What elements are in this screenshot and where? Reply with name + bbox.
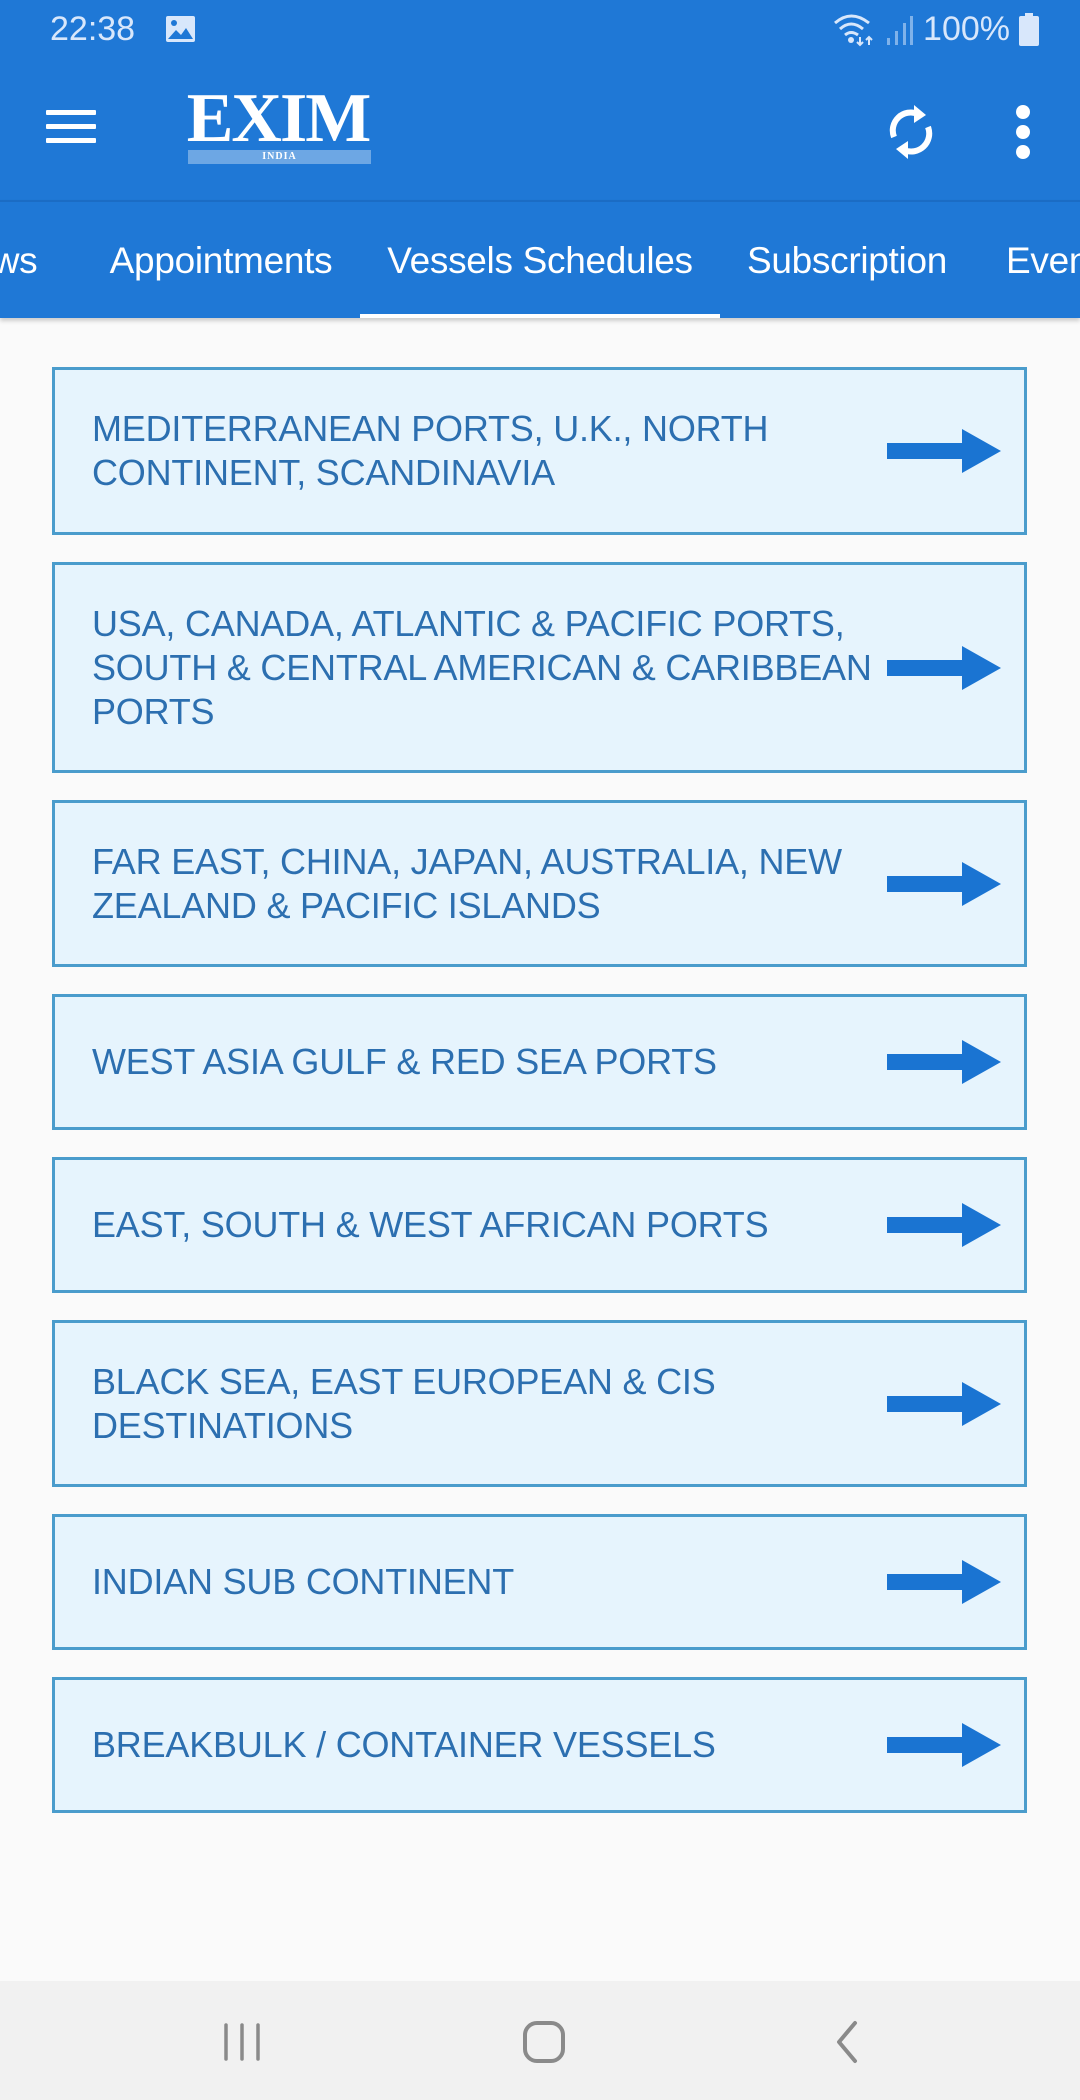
system-nav-bar [0,1981,1080,2100]
logo-text: EXIM [186,80,372,157]
tab-events[interactable]: Even [1006,202,1080,318]
arrow-right-icon[interactable] [884,1705,1004,1785]
arrow-right-icon[interactable] [884,628,1004,708]
arrow-right-icon[interactable] [884,1542,1004,1622]
signal-icon [887,15,914,45]
exim-india-logo: EXIM INDIA [185,80,381,168]
region-card[interactable]: USA, CANADA, ATLANTIC & PACIFIC PORTS, S… [52,562,1027,773]
region-card[interactable]: BREAKBULK / CONTAINER VESSELS [52,1677,1027,1813]
back-icon[interactable] [803,2003,893,2079]
region-card-label: EAST, SOUTH & WEST AFRICAN PORTS [92,1204,769,1245]
wifi-icon [834,14,873,46]
battery-icon [1019,12,1039,46]
active-tab-indicator [360,314,720,318]
image-icon [166,16,195,42]
app-bar: EXIM INDIA [0,60,1080,200]
arrow-right-icon[interactable] [884,1364,1004,1444]
region-card[interactable]: FAR EAST, CHINA, JAPAN, AUSTRALIA, NEW Z… [52,800,1027,967]
arrow-right-icon[interactable] [884,844,1004,924]
region-card[interactable]: WEST ASIA GULF & RED SEA PORTS [52,994,1027,1130]
arrow-right-icon[interactable] [884,411,1004,491]
hamburger-menu-icon[interactable] [46,110,96,150]
region-card-label: USA, CANADA, ATLANTIC & PACIFIC PORTS, S… [92,602,872,732]
tab-bar: ws Appointments Vessels Schedules Subscr… [0,200,1080,318]
region-card[interactable]: EAST, SOUTH & WEST AFRICAN PORTS [52,1157,1027,1293]
tab-appointments[interactable]: Appointments [90,202,352,318]
recents-icon[interactable] [198,2003,288,2079]
home-icon[interactable] [500,2003,590,2079]
refresh-icon[interactable] [884,103,938,161]
battery-percent: 100% [923,10,1010,48]
tab-vessels-schedules[interactable]: Vessels Schedules [360,202,720,318]
region-card-label: FAR EAST, CHINA, JAPAN, AUSTRALIA, NEW Z… [92,840,842,926]
region-card-label: WEST ASIA GULF & RED SEA PORTS [92,1041,717,1082]
region-card-label: MEDITERRANEAN PORTS, U.K., NORTH CONTINE… [92,408,769,493]
logo-subtext: INDIA [188,150,371,164]
region-card[interactable]: BLACK SEA, EAST EUROPEAN & CIS DESTINATI… [52,1320,1027,1487]
status-time: 22:38 [50,10,136,48]
tab-news[interactable]: ws [0,202,40,318]
region-card-label: BLACK SEA, EAST EUROPEAN & CIS DESTINATI… [92,1360,716,1446]
arrow-right-icon[interactable] [884,1185,1004,1265]
status-bar: 22:38 100% [0,0,1080,60]
tab-subscription[interactable]: Subscription [728,202,966,318]
region-card[interactable]: INDIAN SUB CONTINENT [52,1514,1027,1650]
region-card[interactable]: MEDITERRANEAN PORTS, U.K., NORTH CONTINE… [52,367,1027,535]
region-card-label: INDIAN SUB CONTINENT [92,1561,515,1602]
arrow-right-icon[interactable] [884,1022,1004,1102]
more-vert-icon[interactable] [1005,105,1040,160]
region-card-label: BREAKBULK / CONTAINER VESSELS [92,1724,716,1765]
